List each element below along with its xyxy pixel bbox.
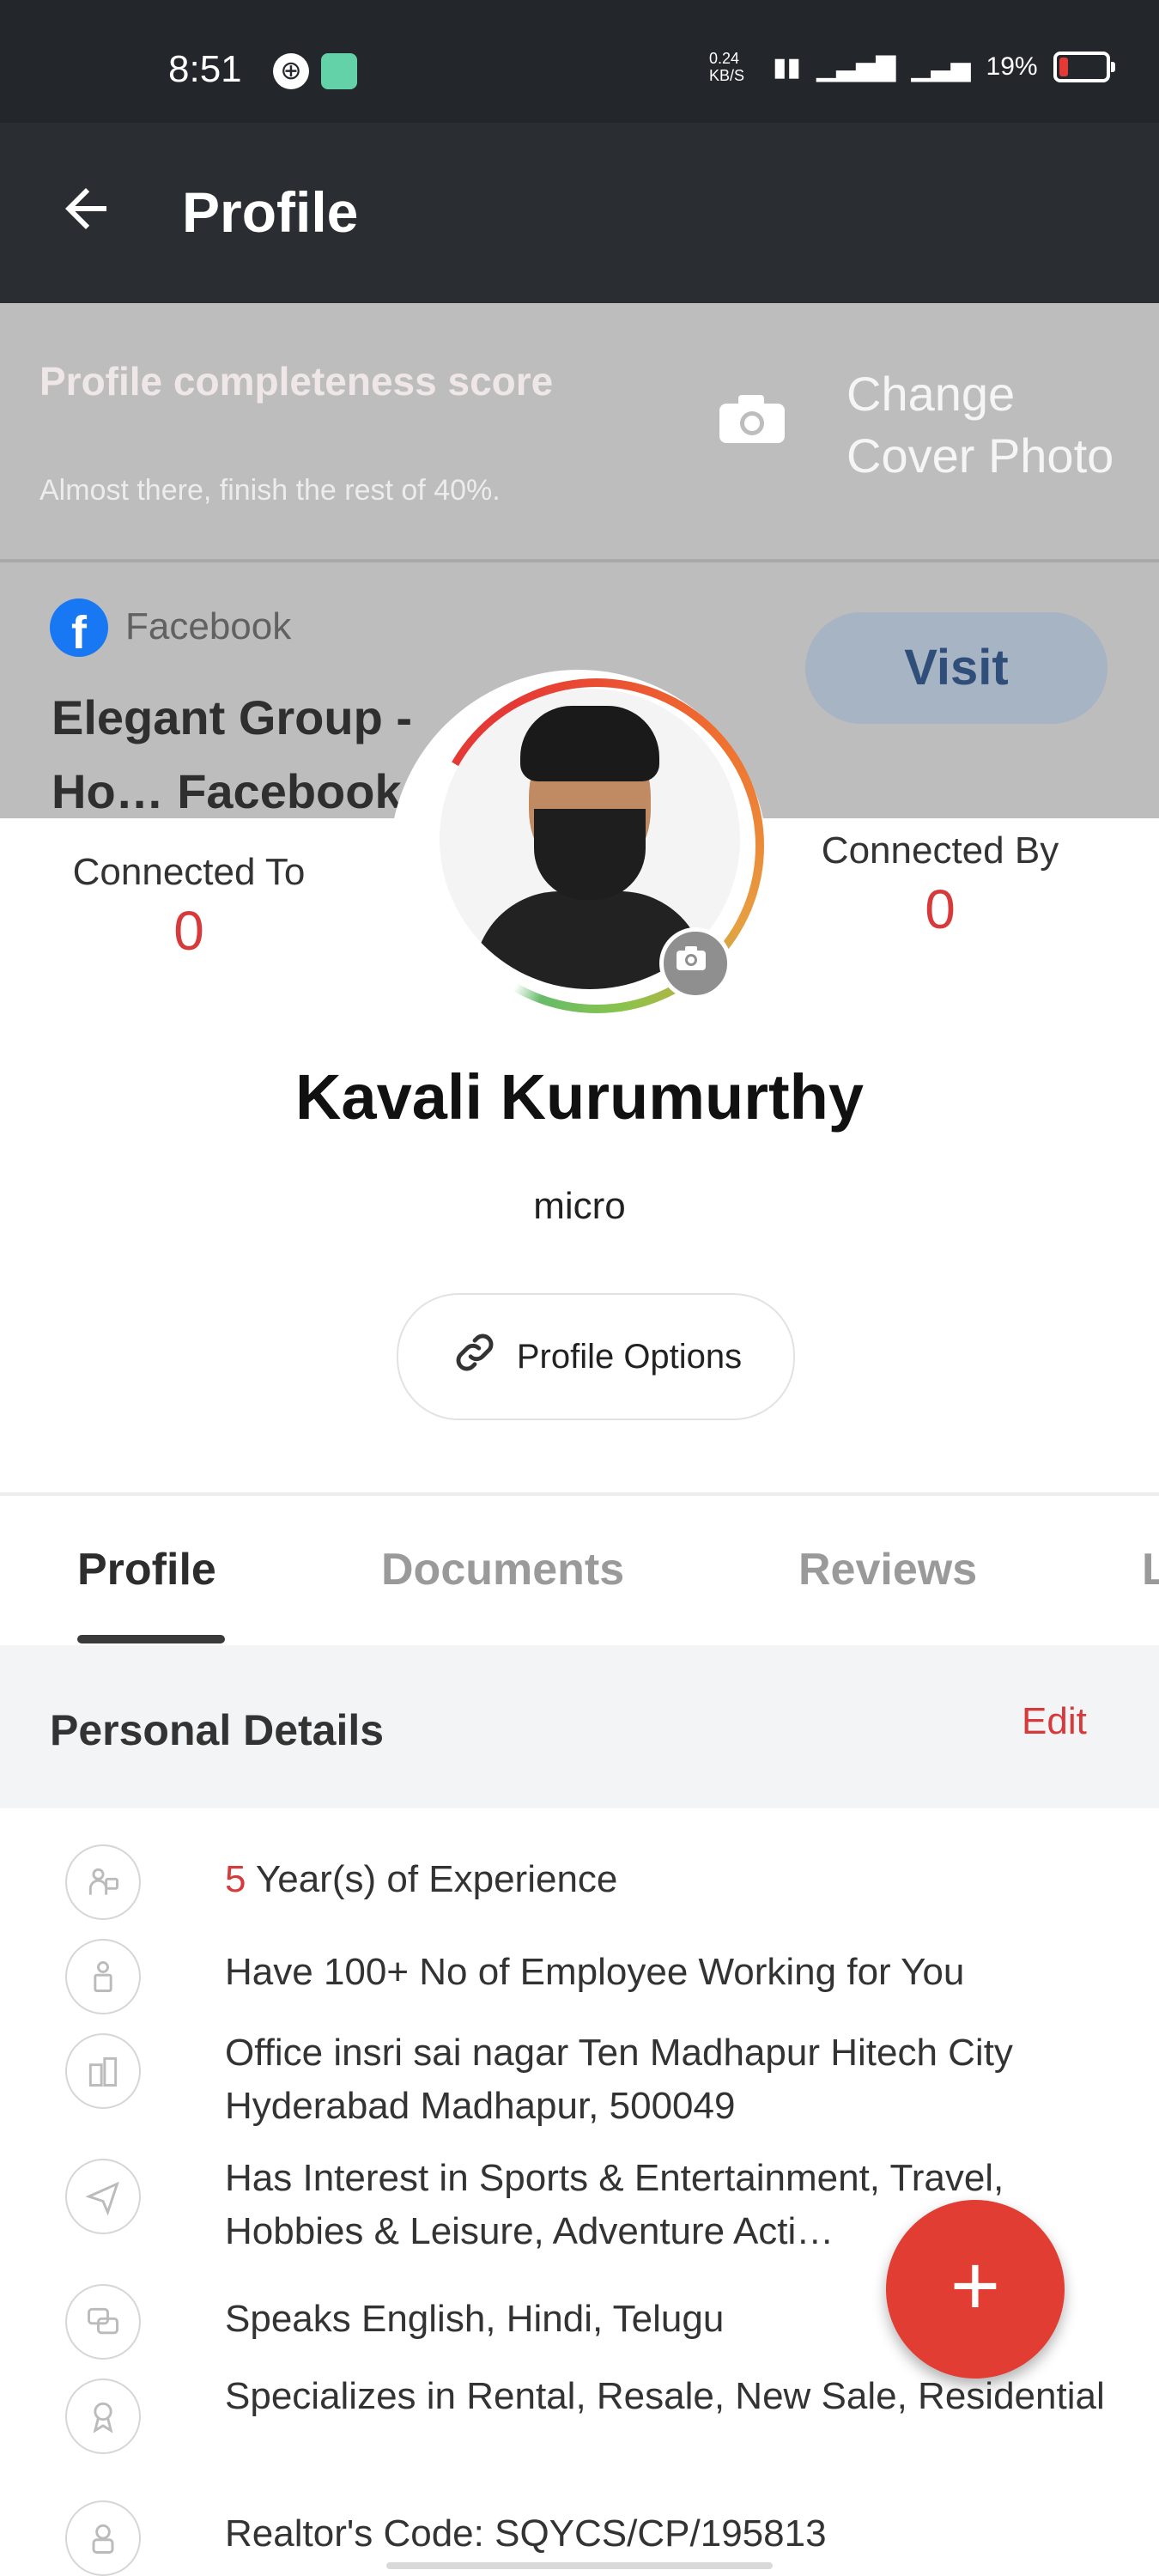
connected-to[interactable]: Connected To 0 bbox=[34, 846, 343, 963]
connected-to-label: Connected To bbox=[72, 851, 306, 893]
employee-text: Have 100+ No of Employee Working for You bbox=[225, 1951, 965, 1993]
office-text: Office insri sai nagar Ten Madhapur Hite… bbox=[225, 2032, 1013, 2127]
experience-icon bbox=[65, 1844, 141, 1920]
camera-icon[interactable] bbox=[718, 393, 786, 445]
facebook-icon: f bbox=[50, 598, 108, 657]
experience-label: Year(s) of Experience bbox=[246, 1858, 618, 1900]
interest-icon bbox=[65, 2159, 141, 2234]
signal-2-icon: ▁▃▅ bbox=[911, 52, 971, 82]
profile-options-label: Profile Options bbox=[516, 1337, 743, 1376]
profile-subtitle: micro bbox=[533, 1185, 626, 1227]
edit-button[interactable]: Edit bbox=[1022, 1700, 1087, 1743]
status-bar: 8:51 ⊕ 0.24 KB/S ▮▮ ▁▃▅▇ ▁▃▅ 19% bbox=[0, 0, 1159, 123]
office-icon bbox=[65, 2033, 141, 2109]
app-bar: Profile bbox=[0, 123, 1159, 303]
status-time: 8:51 bbox=[168, 48, 242, 90]
tab-reviews[interactable]: Reviews bbox=[798, 1544, 977, 1595]
tab-active-indicator bbox=[77, 1635, 225, 1643]
back-arrow-icon[interactable] bbox=[55, 178, 117, 252]
connected-by-count: 0 bbox=[925, 878, 956, 940]
completeness-subtitle: Almost there, finish the rest of 40%. bbox=[39, 474, 501, 507]
avatar-camera-icon[interactable] bbox=[659, 927, 731, 999]
notification-app-icon: ⊕ bbox=[273, 53, 309, 89]
tab-profile[interactable]: Profile bbox=[77, 1544, 216, 1595]
signal-icon: ▁▃▅▇ bbox=[816, 52, 896, 82]
specialization-icon bbox=[65, 2379, 141, 2454]
add-fab-button[interactable]: + bbox=[886, 2200, 1065, 2379]
realtor-code-text: Realtor's Code: SQYCS/CP/195813 bbox=[225, 2512, 827, 2555]
completeness-title: Profile completeness score bbox=[39, 359, 554, 404]
profile-name: Kavali Kurumurthy bbox=[294, 1061, 865, 1133]
wifi-signal-icon: ▮▮ bbox=[773, 52, 802, 82]
status-notification-icons: ⊕ bbox=[273, 53, 357, 89]
status-right: 0.24 KB/S ▮▮ ▁▃▅▇ ▁▃▅ 19% bbox=[709, 50, 1115, 84]
visit-button[interactable]: Visit bbox=[805, 612, 1107, 724]
tab-bar: Profile Documents Reviews L bbox=[0, 1496, 1159, 1643]
network-speed: 0.24 KB/S bbox=[709, 50, 745, 84]
personal-details-title: Personal Details bbox=[50, 1706, 385, 1754]
home-indicator bbox=[386, 2562, 773, 2569]
tab-documents[interactable]: Documents bbox=[381, 1544, 624, 1595]
change-cover-photo-button[interactable]: Change Cover Photo bbox=[846, 363, 1138, 487]
link-icon bbox=[450, 1327, 500, 1386]
social-platform-label: Facebook bbox=[125, 605, 292, 647]
connected-by[interactable]: Connected By 0 bbox=[816, 824, 1065, 941]
experience-years: 5 bbox=[225, 1858, 246, 1900]
realtor-code-icon bbox=[65, 2500, 141, 2576]
avatar-hair bbox=[520, 706, 659, 781]
page-title: Profile bbox=[182, 180, 359, 244]
employee-icon bbox=[65, 1939, 141, 2014]
experience-text: 5 Year(s) of Experience bbox=[225, 1853, 1118, 1906]
notification-message-icon bbox=[321, 53, 357, 89]
tab-more[interactable]: L bbox=[1142, 1544, 1159, 1595]
battery-icon bbox=[1053, 52, 1115, 82]
battery-percent: 19% bbox=[986, 52, 1038, 81]
profile-options-button[interactable]: Profile Options bbox=[397, 1293, 795, 1420]
cover-divider bbox=[0, 559, 1159, 562]
connected-to-count: 0 bbox=[173, 900, 204, 962]
connected-by-label: Connected By bbox=[821, 829, 1059, 872]
personal-details-header: Personal Details Edit bbox=[0, 1645, 1159, 1808]
language-icon bbox=[65, 2284, 141, 2360]
avatar-beard bbox=[534, 809, 646, 900]
